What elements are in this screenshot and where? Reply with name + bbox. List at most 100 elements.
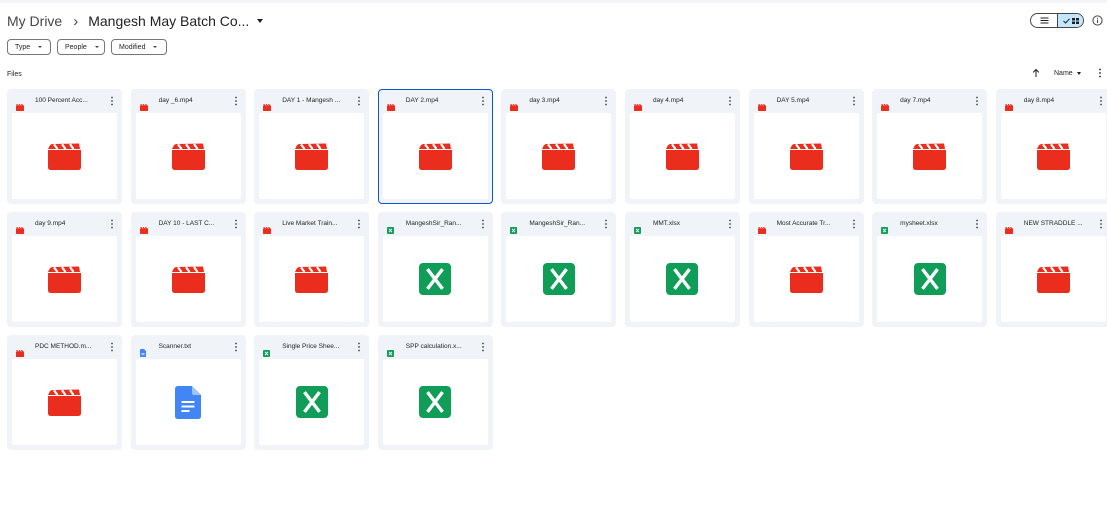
more-options-icon[interactable] xyxy=(1097,68,1103,78)
file-card[interactable]: DAY 10 - LAST C... xyxy=(130,212,246,327)
file-card[interactable]: 100 Percent Acc... xyxy=(7,89,122,204)
check-icon xyxy=(1062,17,1070,24)
spreadsheet-icon xyxy=(510,221,518,234)
spreadsheet-icon xyxy=(386,344,395,357)
file-preview[interactable] xyxy=(135,359,241,445)
file-preview[interactable] xyxy=(135,113,241,199)
file-card[interactable]: NEW STRADDLE ... xyxy=(995,212,1107,327)
text-document-icon xyxy=(175,385,202,419)
file-preview[interactable] xyxy=(259,113,365,199)
spreadsheet-icon xyxy=(295,386,328,418)
file-card[interactable]: day 7.mp4 xyxy=(872,89,988,204)
spreadsheet-icon xyxy=(666,263,699,295)
file-card[interactable]: mysheet.xlsx xyxy=(872,212,988,327)
file-preview[interactable] xyxy=(1000,236,1106,322)
file-preview[interactable] xyxy=(12,236,117,322)
file-card[interactable]: day 8.mp4 xyxy=(995,89,1107,204)
grid-view-button[interactable] xyxy=(1057,14,1083,27)
details-button[interactable] xyxy=(1091,14,1103,26)
file-preview[interactable] xyxy=(382,236,488,322)
file-card[interactable]: Single Price Shee... xyxy=(254,335,370,450)
folder-menu-caret-icon[interactable] xyxy=(257,19,264,23)
file-card[interactable]: DAY 5.mp4 xyxy=(748,89,864,204)
more-vert-icon[interactable] xyxy=(481,342,485,352)
file-card[interactable]: DAY 2.mp4 xyxy=(377,89,493,204)
file-preview[interactable] xyxy=(877,236,983,322)
file-card[interactable]: Live Market Train... xyxy=(254,212,370,327)
more-vert-icon[interactable] xyxy=(234,219,238,229)
filter-people-chip[interactable]: People xyxy=(57,39,105,55)
file-card[interactable]: PDC METHOD.m... xyxy=(7,335,122,450)
video-icon xyxy=(139,221,148,234)
video-icon xyxy=(1036,142,1070,170)
more-vert-icon[interactable] xyxy=(604,96,608,106)
sort-by-name-button[interactable]: Name xyxy=(1054,70,1081,77)
file-preview[interactable] xyxy=(259,359,365,445)
more-vert-icon[interactable] xyxy=(357,219,361,229)
file-preview[interactable] xyxy=(382,359,488,445)
sort-direction-arrow-icon[interactable] xyxy=(1031,68,1041,78)
more-vert-icon[interactable] xyxy=(481,96,485,106)
breadcrumb-my-drive[interactable]: My Drive xyxy=(7,13,62,29)
file-card[interactable]: Scanner.txt xyxy=(130,335,246,450)
more-vert-icon[interactable] xyxy=(1099,96,1103,106)
more-vert-icon[interactable] xyxy=(852,219,856,229)
spreadsheet-icon xyxy=(881,221,889,234)
more-vert-icon[interactable] xyxy=(852,96,856,106)
file-preview[interactable] xyxy=(12,113,117,199)
more-vert-icon[interactable] xyxy=(728,219,732,229)
file-card[interactable]: MangeshSir_Ran... xyxy=(501,212,617,327)
video-icon xyxy=(1004,221,1013,234)
file-preview[interactable] xyxy=(12,359,117,445)
file-card[interactable]: MMT.xlsx xyxy=(624,212,740,327)
more-vert-icon[interactable] xyxy=(1099,219,1103,229)
video-icon xyxy=(1036,265,1070,293)
file-preview[interactable] xyxy=(382,113,488,199)
file-name: SPP calculation.x... xyxy=(405,343,462,350)
file-preview[interactable] xyxy=(135,236,241,322)
file-preview[interactable] xyxy=(877,113,983,199)
file-card[interactable]: SPP calculation.x... xyxy=(377,335,493,450)
text-document-icon xyxy=(139,344,148,357)
file-card[interactable]: DAY 1 - Mangesh ... xyxy=(254,89,370,204)
more-vert-icon[interactable] xyxy=(357,96,361,106)
chevron-down-icon xyxy=(94,46,99,48)
file-preview[interactable] xyxy=(506,236,612,322)
file-preview[interactable] xyxy=(1000,113,1106,199)
file-card[interactable]: Most Accurate Tr... xyxy=(748,212,864,327)
file-preview[interactable] xyxy=(506,113,612,199)
chevron-down-icon xyxy=(1076,72,1081,75)
filter-modified-chip[interactable]: Modified xyxy=(111,39,167,55)
more-vert-icon[interactable] xyxy=(604,219,608,229)
file-name: day 4.mp4 xyxy=(652,97,684,104)
more-vert-icon[interactable] xyxy=(975,219,979,229)
file-preview[interactable] xyxy=(259,236,365,322)
video-icon xyxy=(789,142,823,170)
breadcrumb-current-folder[interactable]: Mangesh May Batch Co... xyxy=(88,13,249,29)
file-card[interactable]: MangeshSir_Ran... xyxy=(377,212,493,327)
file-preview[interactable] xyxy=(753,236,859,322)
file-card[interactable]: day 9.mp4 xyxy=(7,212,122,327)
more-vert-icon[interactable] xyxy=(110,342,114,352)
file-card[interactable]: day 3.mp4 xyxy=(501,89,617,204)
video-icon xyxy=(386,98,395,111)
more-vert-icon[interactable] xyxy=(110,96,114,106)
file-card[interactable]: day _6.mp4 xyxy=(130,89,246,204)
grid-icon xyxy=(1071,17,1079,24)
more-vert-icon[interactable] xyxy=(234,96,238,106)
file-card[interactable]: day 4.mp4 xyxy=(624,89,740,204)
file-name: NEW STRADDLE ... xyxy=(1023,220,1083,227)
more-vert-icon[interactable] xyxy=(481,219,485,229)
more-vert-icon[interactable] xyxy=(110,219,114,229)
video-icon xyxy=(295,142,329,170)
file-preview[interactable] xyxy=(753,113,859,199)
chevron-down-icon xyxy=(38,46,43,48)
more-vert-icon[interactable] xyxy=(357,342,361,352)
more-vert-icon[interactable] xyxy=(234,342,238,352)
filter-type-chip[interactable]: Type xyxy=(7,39,51,55)
file-preview[interactable] xyxy=(629,236,735,322)
file-preview[interactable] xyxy=(629,113,735,199)
more-vert-icon[interactable] xyxy=(975,96,979,106)
list-view-button[interactable] xyxy=(1031,14,1057,27)
more-vert-icon[interactable] xyxy=(728,96,732,106)
